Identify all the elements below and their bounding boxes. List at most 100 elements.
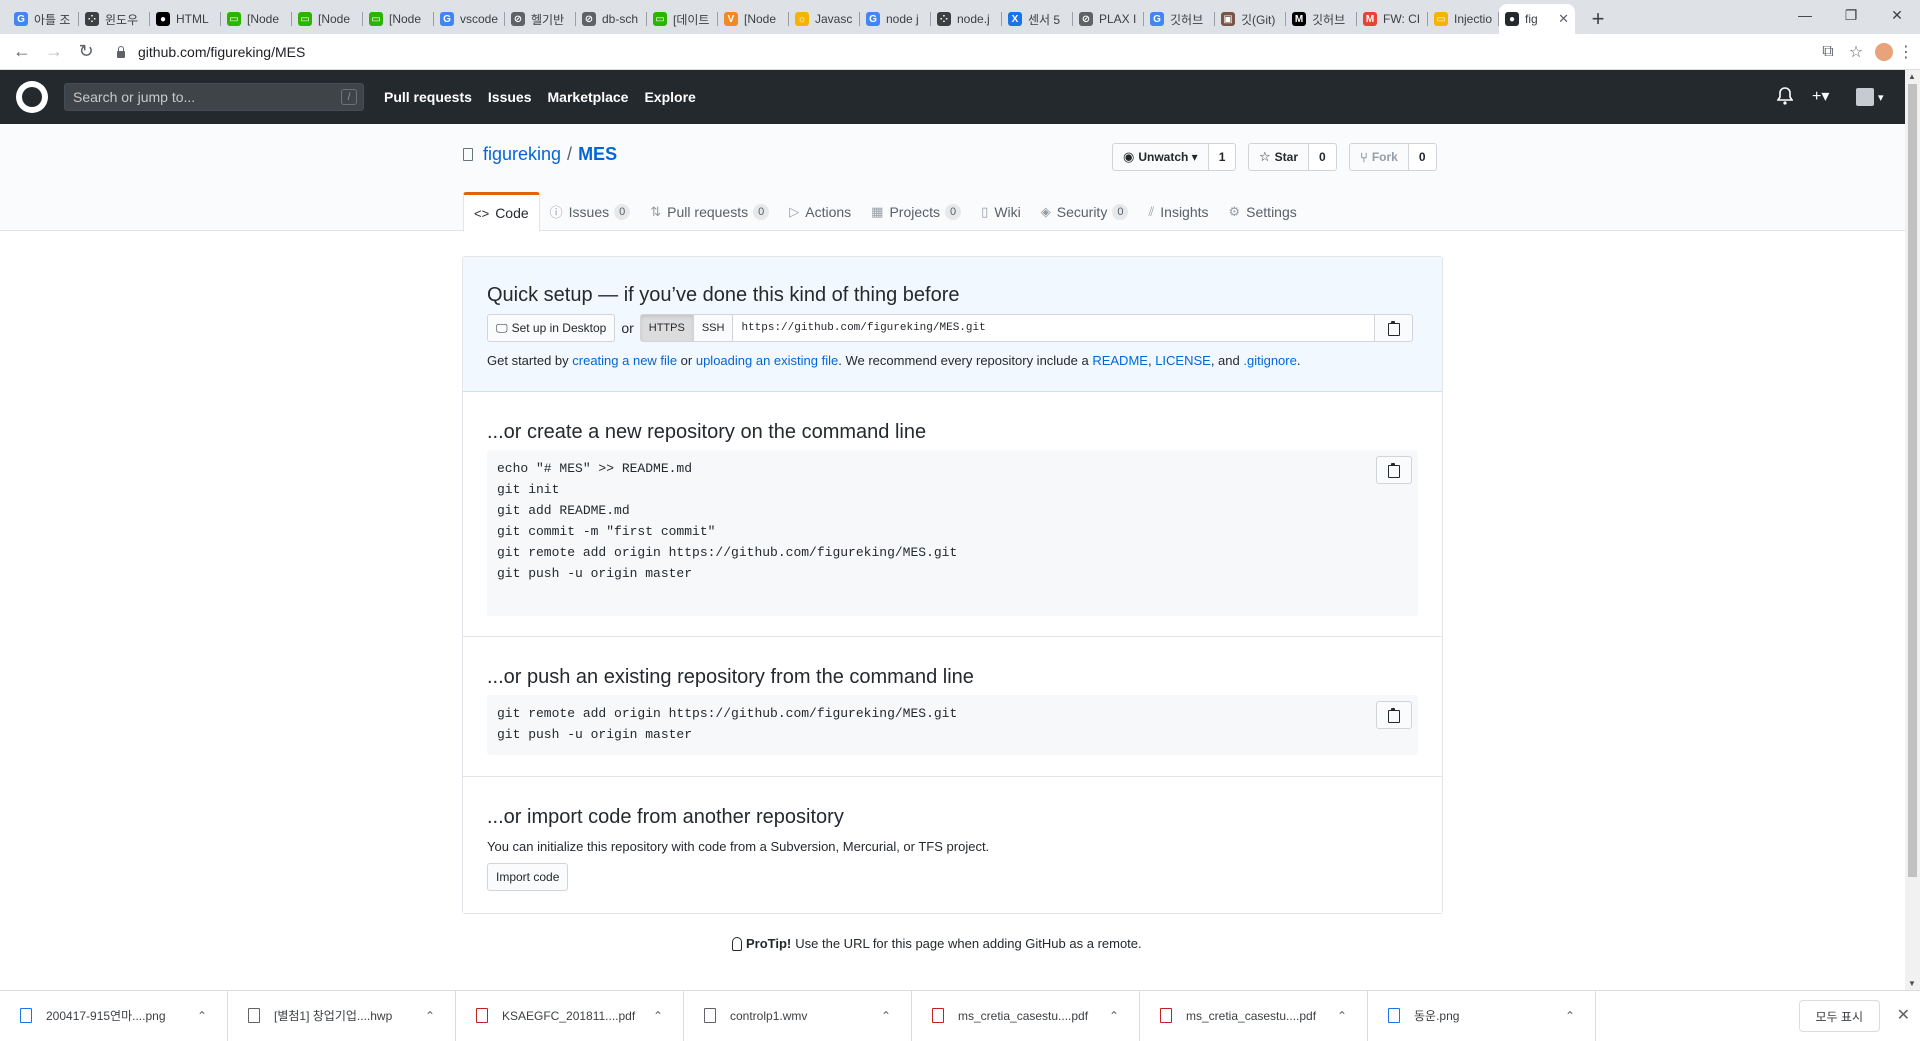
browser-tab[interactable]: ⊘ db-sch xyxy=(576,4,647,34)
license-link[interactable]: LICENSE xyxy=(1155,353,1211,368)
tab-wiki[interactable]: ▯ Wiki xyxy=(971,192,1031,231)
reload-icon[interactable]: ↻ xyxy=(70,36,102,68)
show-all-downloads-button[interactable]: 모두 표시 xyxy=(1798,1000,1880,1032)
fork-button[interactable]: ⑂ Fork xyxy=(1349,143,1409,171)
tab-projects[interactable]: ▦ Projects 0 xyxy=(861,192,971,231)
browser-tab[interactable]: M 깃허브 xyxy=(1286,4,1357,34)
download-item[interactable]: KSAEGFC_201811....pdf ⌃ xyxy=(456,990,684,1041)
browser-tab[interactable]: Gnode j xyxy=(860,4,931,34)
nav-pull-requests[interactable]: Pull requests xyxy=(384,89,472,105)
browser-tab[interactable]: ☼ Javasc xyxy=(789,4,860,34)
chevron-up-icon[interactable]: ⌃ xyxy=(881,1009,891,1023)
url-omnibox[interactable]: github.com/figureking/MES xyxy=(108,38,1860,66)
close-download-bar-icon[interactable]: ✕ xyxy=(1897,1005,1910,1025)
upload-existing-file-link[interactable]: uploading an existing file xyxy=(696,353,838,368)
unwatch-button[interactable]: ◉ Unwatch ▾ xyxy=(1112,143,1209,171)
forks-count[interactable]: 0 xyxy=(1408,143,1437,171)
download-item[interactable]: controlp1.wmv ⌃ xyxy=(684,990,912,1041)
chevron-up-icon[interactable]: ⌃ xyxy=(653,1009,663,1023)
repo-owner-link[interactable]: figureking xyxy=(483,144,561,165)
browser-tab[interactable]: ▭ [Node xyxy=(221,4,292,34)
book-icon: ▯ xyxy=(981,203,989,219)
browser-tab[interactable]: ▭ [데이트 xyxy=(647,4,718,34)
push-repo-commands[interactable]: git remote add origin https://github.com… xyxy=(487,695,1418,753)
nav-marketplace[interactable]: Marketplace xyxy=(548,89,629,105)
browser-tab[interactable]: ● fig ✕ xyxy=(1499,4,1575,34)
download-item[interactable]: ms_cretia_casestu....pdf ⌃ xyxy=(1140,990,1368,1041)
download-item[interactable]: 200417-915연마....png ⌃ xyxy=(0,990,228,1041)
setup-desktop-button[interactable]: 🖵 Set up in Desktop xyxy=(487,314,616,342)
browser-tab[interactable]: ▭ [Node xyxy=(292,4,363,34)
tab-issues[interactable]: ⓘ Issues 0 xyxy=(540,192,641,231)
search-input[interactable]: Search or jump to... / xyxy=(64,83,364,111)
restore-button[interactable]: ❐ xyxy=(1828,0,1874,30)
chevron-up-icon[interactable]: ⌃ xyxy=(1337,1009,1347,1023)
browser-tab[interactable]: M FW: CI xyxy=(1357,4,1428,34)
browser-tab[interactable]: X 센서 5 xyxy=(1002,4,1073,34)
translate-icon[interactable]: ⧉ xyxy=(1814,38,1842,66)
download-item[interactable]: ms_cretia_casestu....pdf ⌃ xyxy=(912,990,1140,1041)
new-repo-commands[interactable]: echo "# MES" >> README.md git init git a… xyxy=(487,450,1418,592)
scroll-down-icon[interactable]: ▼ xyxy=(1908,979,1916,988)
browser-menu-icon[interactable]: ⋮ xyxy=(1892,38,1920,66)
chevron-up-icon[interactable]: ⌃ xyxy=(197,1009,207,1023)
tab-actions[interactable]: ▷ Actions xyxy=(779,192,861,231)
window-close-button[interactable]: ✕ xyxy=(1874,0,1920,30)
copy-push-commands-button[interactable] xyxy=(1376,701,1412,729)
browser-tab[interactable]: ▣ 깃(Git) xyxy=(1215,4,1286,34)
watchers-count[interactable]: 1 xyxy=(1208,143,1237,171)
back-icon[interactable]: ← xyxy=(6,36,38,68)
download-item[interactable]: [별첨1] 창업기업....hwp ⌃ xyxy=(228,990,456,1041)
browser-tab[interactable]: G 아틀 조 xyxy=(8,4,79,34)
repo-name-link[interactable]: MES xyxy=(578,144,617,165)
create-new-dropdown[interactable]: +▾ xyxy=(1812,86,1829,106)
nav-issues[interactable]: Issues xyxy=(488,89,532,105)
import-code-button[interactable]: Import code xyxy=(487,863,569,891)
minimize-button[interactable]: — xyxy=(1782,0,1828,30)
tab-settings[interactable]: ⚙ Settings xyxy=(1219,192,1307,231)
nav-explore[interactable]: Explore xyxy=(644,89,695,105)
tab-code[interactable]: <> Code xyxy=(463,192,540,232)
download-filename: [별첨1] 창업기업....hwp xyxy=(274,1009,393,1023)
stars-count[interactable]: 0 xyxy=(1309,143,1337,171)
tab-security[interactable]: ◈ Security 0 xyxy=(1031,192,1139,231)
browser-tab[interactable]: Gvscode xyxy=(434,4,505,34)
https-toggle[interactable]: HTTPS xyxy=(639,314,694,342)
chevron-up-icon[interactable]: ⌃ xyxy=(1565,1009,1575,1023)
create-new-file-link[interactable]: creating a new file xyxy=(572,353,677,368)
chevron-up-icon[interactable]: ⌃ xyxy=(1109,1009,1119,1023)
new-tab-button[interactable]: + xyxy=(1583,4,1613,34)
clone-url-field[interactable]: https://github.com/figureking/MES.git xyxy=(733,314,1376,342)
browser-tab[interactable]: ⊘ 헬기반 xyxy=(505,4,576,34)
browser-tab[interactable]: ● HTML xyxy=(150,4,221,34)
scrollbar-thumb[interactable] xyxy=(1908,84,1917,877)
chevron-up-icon[interactable]: ⌃ xyxy=(425,1009,435,1023)
browser-tab[interactable]: G 깃허브 xyxy=(1144,4,1215,34)
browser-tab[interactable]: ⁘ 윈도우 xyxy=(79,4,150,34)
download-item[interactable]: 동운.png ⌃ xyxy=(1368,990,1596,1041)
tab-close-icon[interactable]: ✕ xyxy=(1558,11,1569,27)
gitignore-link[interactable]: .gitignore xyxy=(1243,353,1296,368)
browser-tab-label: [Node xyxy=(744,12,777,26)
browser-tab[interactable]: ⁘ node.j xyxy=(931,4,1002,34)
page-scrollbar[interactable]: ▲ ▼ xyxy=(1905,70,1920,990)
user-avatar-dropdown[interactable]: ▾ xyxy=(1856,88,1884,106)
bookmark-star-icon[interactable]: ☆ xyxy=(1842,38,1870,66)
forward-icon[interactable]: → xyxy=(38,36,70,68)
browser-tab[interactable]: ▭ Injectio xyxy=(1428,4,1499,34)
browser-tab[interactable]: V [Node xyxy=(718,4,789,34)
copy-new-repo-commands-button[interactable] xyxy=(1376,456,1412,484)
copy-clone-url-button[interactable] xyxy=(1375,314,1414,342)
ssh-toggle[interactable]: SSH xyxy=(693,314,734,342)
github-logo-icon[interactable] xyxy=(16,81,48,113)
star-button[interactable]: ☆ Star xyxy=(1248,143,1309,171)
github-header: Search or jump to... / Pull requests Iss… xyxy=(0,70,1905,124)
url-text[interactable]: github.com/figureking/MES xyxy=(138,44,305,60)
notifications-bell-icon[interactable] xyxy=(1777,87,1793,105)
tab-insights[interactable]: ⫽ Insights xyxy=(1138,192,1218,231)
readme-link[interactable]: README xyxy=(1092,353,1148,368)
browser-tab[interactable]: ⊘ PLAX I xyxy=(1073,4,1144,34)
scroll-up-icon[interactable]: ▲ xyxy=(1908,72,1916,81)
tab-pull-requests[interactable]: ⇅ Pull requests 0 xyxy=(640,192,779,231)
browser-tab[interactable]: ▭ [Node xyxy=(363,4,434,34)
